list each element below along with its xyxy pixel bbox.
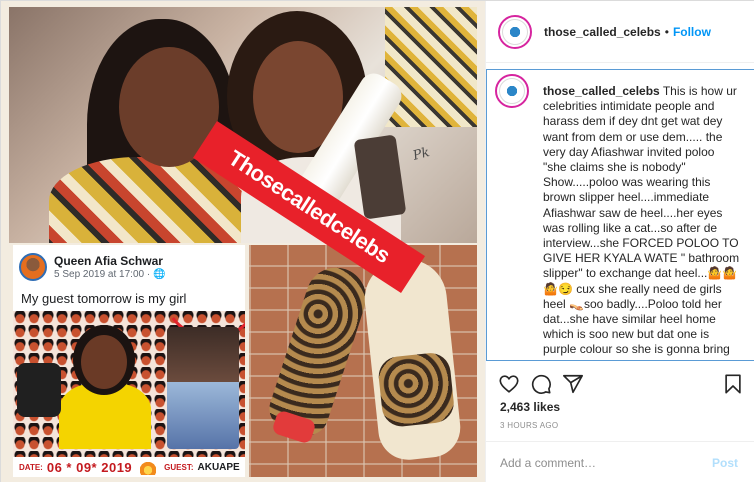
- like-count[interactable]: 2,463 likes: [500, 400, 560, 414]
- fb-author-name: Queen Afia Schwar: [54, 254, 163, 268]
- post-sidebar: those_called_celebs • Follow those_calle…: [485, 1, 754, 482]
- post-image[interactable]: Pk Queen Afia Schwar 5 Sep 2019 at 17:00…: [1, 1, 485, 482]
- bookmark-icon[interactable]: [722, 373, 744, 395]
- date-label: DATE:: [19, 462, 43, 472]
- red-sole: [271, 409, 317, 445]
- post-timestamp[interactable]: 3 HOURS AGO: [500, 421, 558, 430]
- comment-input[interactable]: [500, 455, 696, 470]
- host-face: [81, 335, 127, 389]
- instagram-post-modal: Pk Queen Afia Schwar 5 Sep 2019 at 17:00…: [0, 0, 754, 482]
- show-info-bar: DATE: 06 * 09* 2019 GUEST: AKUAPE: [13, 457, 245, 477]
- caption-avatar-wrap: [495, 74, 529, 108]
- fb-post-text: My guest tomorrow is my girl: [21, 291, 187, 306]
- follow-button[interactable]: Follow: [673, 25, 711, 39]
- fb-meta: Queen Afia Schwar 5 Sep 2019 at 17:00 · …: [54, 254, 165, 280]
- slipper-strap: [376, 351, 456, 429]
- caption-area[interactable]: those_called_celebs This is how ur celeb…: [486, 69, 754, 361]
- heart-icon[interactable]: [498, 373, 520, 395]
- avatar-image: [502, 18, 528, 45]
- post-header: those_called_celebs • Follow: [486, 1, 754, 63]
- leopard-slipper: [360, 255, 464, 463]
- photographer-signature: Pk: [411, 145, 432, 164]
- date-value: 06 * 09* 2019: [46, 459, 133, 475]
- celebrity-photo: Pk: [9, 7, 477, 243]
- fb-post-header: Queen Afia Schwar 5 Sep 2019 at 17:00 · …: [19, 253, 165, 281]
- caption-avatar-image: [499, 78, 525, 104]
- fire-icon: [140, 459, 157, 475]
- facebook-post-screenshot: Queen Afia Schwar 5 Sep 2019 at 17:00 · …: [13, 245, 245, 477]
- separator-dot: •: [664, 24, 669, 39]
- guest-value: AKUAPE: [197, 461, 240, 473]
- fb-post-date: 5 Sep 2019 at 17:00 · 🌐: [54, 269, 166, 280]
- caption-text: This is how ur celebrities intimidate pe…: [543, 84, 740, 360]
- share-icon[interactable]: [562, 373, 584, 395]
- shoes-photo: [249, 245, 477, 477]
- caption-avatar[interactable]: [495, 74, 529, 108]
- microphone: [17, 363, 61, 417]
- comment-composer: Post: [486, 441, 754, 482]
- comment-icon[interactable]: [530, 373, 552, 395]
- post-comment-button[interactable]: Post: [712, 456, 738, 470]
- guest-label: GUEST:: [164, 462, 194, 472]
- host-photo: [59, 325, 151, 449]
- leopard-heel: [264, 259, 374, 445]
- profile-avatar[interactable]: [498, 14, 532, 49]
- action-bar: [486, 367, 754, 401]
- caption-username[interactable]: those_called_celebs: [543, 84, 660, 98]
- username-link[interactable]: those_called_celebs: [544, 25, 661, 39]
- patterned-fabric: [385, 7, 477, 127]
- caption: those_called_celebs This is how ur celeb…: [543, 84, 741, 360]
- guest-photo: [167, 327, 239, 449]
- fb-avatar: [19, 253, 47, 281]
